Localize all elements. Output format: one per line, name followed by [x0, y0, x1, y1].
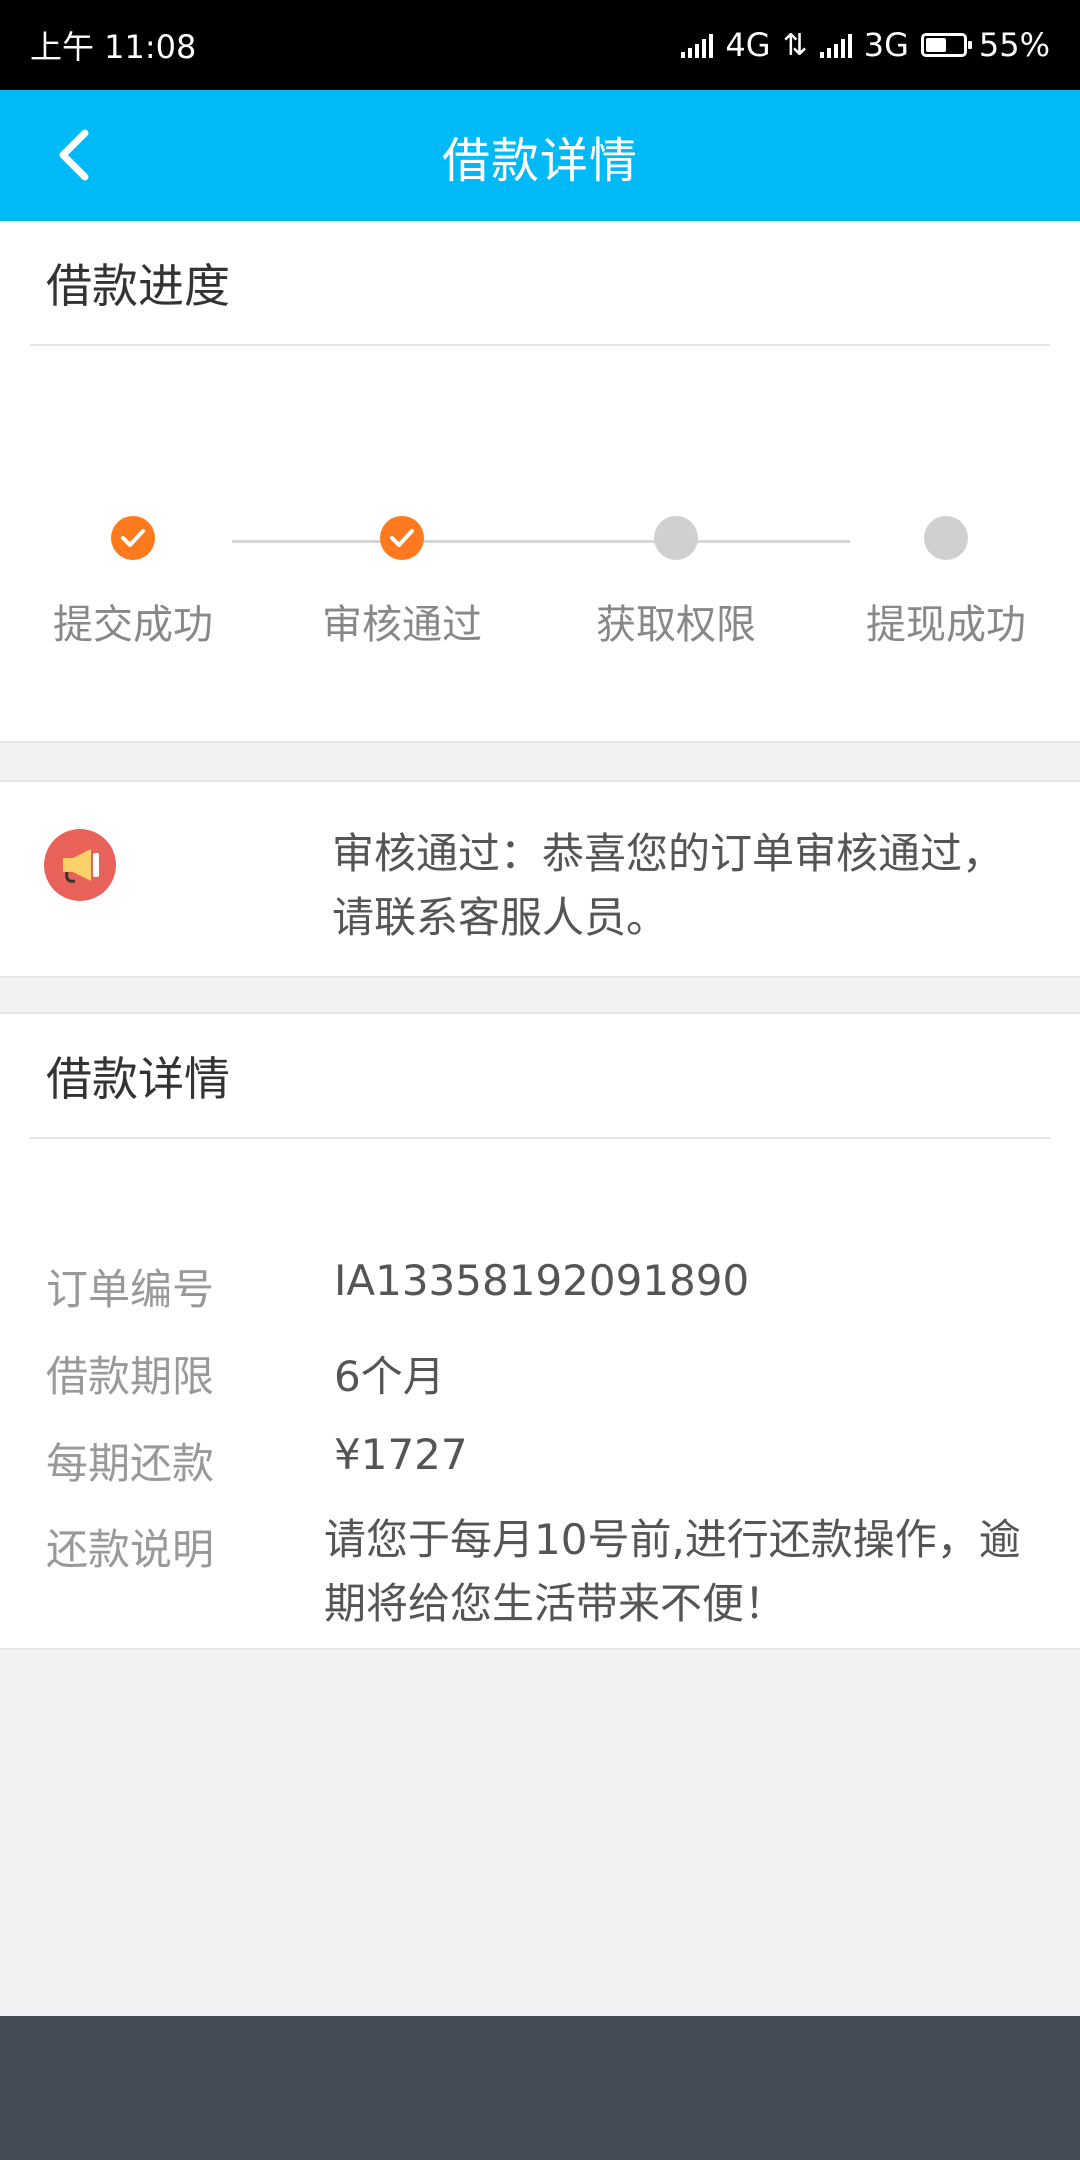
back-button[interactable] — [40, 120, 110, 190]
detail-value: ¥1727 — [334, 1430, 468, 1479]
detail-key: 订单编号 — [46, 1265, 215, 1314]
nav-bar: 借款详情 — [0, 90, 1080, 221]
step-dot-pending — [654, 516, 698, 560]
network-type-2: 3G — [863, 26, 909, 64]
detail-key: 借款期限 — [46, 1352, 215, 1401]
check-icon — [390, 529, 414, 547]
signal-icon — [681, 32, 714, 58]
status-icons: 4G ⇅ 3G 55% — [681, 26, 1050, 64]
progress-step-3: 获取权限 — [576, 516, 776, 650]
chevron-left-icon — [59, 129, 89, 181]
bottom-bar — [0, 2016, 1080, 2160]
step-dot-done — [380, 516, 424, 560]
progress-card: 借款进度 — [0, 221, 1080, 743]
notice-message: 审核通过：恭喜您的订单审核通过，请联系客服人员。 — [332, 829, 1005, 942]
step-dot-pending — [924, 516, 968, 560]
step-dot-done — [111, 516, 155, 560]
step-label: 提交成功 — [53, 602, 213, 648]
progress-step-1: 提交成功 — [33, 516, 233, 650]
detail-key: 每期还款 — [46, 1439, 215, 1488]
battery-icon — [920, 33, 972, 57]
detail-value: 请您于每月10号前,进行还款操作，逾期将给您生活带来不便！ — [324, 1515, 1021, 1628]
loan-details-card: 借款详情 订单编号 IA13358192091890 借款期限 6个月 每期还款… — [0, 1012, 1080, 1650]
progress-step-2: 审核通过 — [302, 516, 502, 650]
step-label: 获取权限 — [596, 602, 756, 648]
battery-percent: 55% — [978, 26, 1050, 64]
detail-key: 还款说明 — [46, 1525, 215, 1574]
progress-section-title: 借款进度 — [30, 221, 1050, 346]
megaphone-icon — [44, 829, 116, 901]
detail-value: 6个月 — [334, 1352, 445, 1401]
step-label: 审核通过 — [322, 602, 482, 648]
status-bar: 上午 11:08 4G ⇅ 3G 55% — [0, 0, 1080, 90]
notice-card: 审核通过：恭喜您的订单审核通过，请联系客服人员。 — [0, 780, 1080, 978]
check-icon — [121, 529, 145, 547]
step-label: 提现成功 — [866, 602, 1026, 648]
detail-value: IA13358192091890 — [334, 1256, 750, 1305]
signal-icon-2 — [819, 32, 852, 58]
network-type-1: 4G — [725, 26, 771, 64]
status-time: 上午 11:08 — [30, 28, 197, 66]
data-transfer-icon: ⇅ — [782, 27, 808, 63]
page-title: 借款详情 — [441, 132, 638, 189]
details-section-title: 借款详情 — [30, 1014, 1050, 1139]
progress-step-4: 提现成功 — [846, 516, 1046, 650]
